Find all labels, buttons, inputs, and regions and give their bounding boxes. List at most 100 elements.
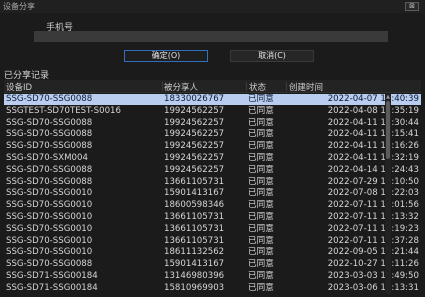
cell-created: 2022-07-11 10:01:56 [327, 200, 419, 211]
table-row[interactable]: SSG-SD70-SSG0010 13661105731 已同意 2022-07-11… [4, 236, 421, 247]
cell-device-id: SSGTEST-SD70TEST-S0016 [6, 105, 121, 116]
table-header: 设备ID 被分享人 状态 创建时间 [4, 80, 421, 93]
cell-sharee: 18330026767 [164, 94, 225, 104]
cell-sharee: 15901413167 [164, 188, 225, 199]
table-row[interactable]: SSG-SD70-SSG0088 13661105731 已同意 2022-07-29… [4, 177, 421, 188]
cancel-button[interactable]: 取消(C) [230, 50, 314, 62]
cell-created: 2022-04-07 15:40:39 [327, 94, 419, 104]
table-row[interactable]: SSG-SD71-SSG00184 15810969903 已同意 2023-03-0… [4, 283, 421, 294]
title-bar: 设备分享 ⊠ [0, 0, 425, 13]
cell-device-id: SSG-SD70-SSG0010 [6, 235, 93, 246]
cell-sharee: 19924562257 [164, 141, 225, 152]
cell-sharee: 13146980396 [164, 271, 225, 281]
cell-sharee: 13661105731 [164, 212, 225, 222]
cell-status: 已同意 [248, 282, 274, 293]
cell-created: 2022-07-11 11:37:28 [327, 235, 419, 246]
header-created[interactable]: 创建时间 [289, 81, 323, 93]
cell-device-id: SSG-SD70-SSG0010 [6, 247, 93, 258]
cell-status: 已同意 [248, 164, 274, 175]
cell-status: 已同意 [248, 129, 274, 140]
cell-device-id: SSG-SD70-SSG0010 [6, 200, 93, 211]
cell-created: 2022-04-11 11:30:44 [327, 117, 419, 128]
cell-created: 2022-07-08 16:22:03 [327, 188, 419, 199]
cell-status: 已同意 [248, 247, 274, 258]
table-row[interactable]: SSG-SD70-SXM004 19924562257 已同意 2022-04-11 … [4, 153, 421, 164]
table-row[interactable]: SSG-SD70-SSG0010 18611132562 已同意 2022-09-05… [4, 247, 421, 258]
cell-device-id: SSG-SD70-SXM004 [6, 153, 88, 163]
cell-device-id: SSG-SD70-SSG0088 [6, 141, 93, 152]
cell-sharee: 15810969903 [164, 282, 225, 293]
cell-sharee: 19924562257 [164, 105, 225, 116]
cell-status: 已同意 [248, 117, 274, 128]
table-row[interactable]: SSGTEST-SD70TEST-S0016 19924562257 已同意 2022… [4, 106, 421, 117]
cell-sharee: 19924562257 [164, 117, 225, 128]
cell-device-id: SSG-SD70-SSG0088 [6, 164, 93, 175]
column-divider[interactable] [286, 82, 287, 91]
column-divider[interactable] [246, 82, 247, 91]
cell-device-id: SSG-SD71-SSG00184 [6, 282, 98, 293]
phone-input[interactable] [34, 31, 388, 42]
cell-device-id: SSG-SD70-SSG0010 [6, 223, 93, 234]
cell-device-id: SSG-SD70-SSG0088 [6, 176, 93, 187]
cell-status: 已同意 [248, 176, 274, 187]
cell-sharee: 13661105731 [164, 235, 225, 246]
cell-status: 已同意 [248, 153, 274, 163]
table-row[interactable]: SSG-SD70-SSG0088 15901413167 已同意 2022-10-27… [4, 259, 421, 270]
cell-status: 已同意 [248, 223, 274, 234]
column-divider[interactable] [162, 82, 163, 91]
cell-created: 2023-03-03 17:49:50 [327, 271, 419, 281]
close-icon[interactable]: ⊠ [405, 2, 419, 11]
table-row[interactable]: SSG-SD71-SSG00184 13146980396 已同意 2023-03-0… [4, 271, 421, 282]
cell-device-id: SSG-SD70-SSG0088 [6, 129, 93, 140]
cell-created: 2022-07-29 15:10:50 [327, 176, 419, 187]
header-status[interactable]: 状态 [249, 81, 266, 93]
table-row[interactable]: SSG-SD70-SSG0010 15901413167 已同意 2022-07-08… [4, 188, 421, 199]
cell-created: 2022-07-11 11:13:32 [327, 212, 419, 222]
cell-status: 已同意 [248, 188, 274, 199]
cell-sharee: 13661105731 [164, 176, 225, 187]
cell-sharee: 18600598346 [164, 200, 225, 211]
cell-status: 已同意 [248, 105, 274, 116]
table-row[interactable]: SSG-SD70-SSG0088 19924562257 已同意 2022-04-11… [4, 129, 421, 140]
cell-sharee: 18611132562 [164, 247, 225, 258]
cell-sharee: 19924562257 [164, 153, 225, 163]
table-row[interactable]: SSG-SD70-SSG0010 18600598346 已同意 2022-07-11… [4, 200, 421, 211]
cell-status: 已同意 [248, 141, 274, 152]
cell-created: 2022-04-08 13:35:19 [327, 105, 419, 116]
cell-sharee: 19924562257 [164, 164, 225, 175]
cell-created: 2022-10-27 10:11:26 [327, 259, 419, 270]
cell-status: 已同意 [248, 200, 274, 211]
cell-created: 2023-03-06 14:13:31 [327, 282, 419, 293]
cell-sharee: 15901413167 [164, 259, 225, 270]
cell-device-id: SSG-SD70-SSG0010 [6, 188, 93, 199]
cell-sharee: 19924562257 [164, 129, 225, 140]
table-row[interactable]: SSG-SD70-SSG0088 19924562257 已同意 2022-04-14… [4, 165, 421, 176]
header-sharee[interactable]: 被分享人 [164, 81, 198, 93]
scroll-thumb[interactable] [386, 101, 390, 159]
table-row[interactable]: SSG-SD70-SSG0088 19924562257 已同意 2022-04-11… [4, 118, 421, 129]
table-row[interactable]: SSG-SD70-SSG0010 13661105731 已同意 2022-07-11… [4, 224, 421, 235]
cell-status: 已同意 [248, 235, 274, 246]
window-title: 设备分享 [3, 2, 35, 11]
header-device-id[interactable]: 设备ID [6, 81, 32, 93]
cell-sharee: 13661105731 [164, 223, 225, 234]
cell-device-id: SSG-SD70-SSG0010 [6, 212, 93, 222]
cell-created: 2022-09-05 15:21:44 [327, 247, 419, 258]
table-row[interactable]: SSG-SD70-SSG0088 18330026767 已同意 2022-04-07… [4, 94, 421, 105]
cell-created: 2022-04-14 10:24:43 [327, 164, 419, 175]
cell-device-id: SSG-SD71-SSG00184 [6, 271, 98, 281]
ok-button[interactable]: 确定(O) [124, 50, 208, 62]
scroll-up-icon[interactable]: ▲ [385, 94, 391, 100]
cell-created: 2022-04-11 17:16:26 [327, 141, 419, 152]
share-records-table: 设备ID 被分享人 状态 创建时间 SSG-SD70-SSG0088 183300… [4, 80, 421, 295]
cell-status: 已同意 [248, 212, 274, 222]
cell-status: 已同意 [248, 94, 274, 104]
cell-created: 2022-07-11 11:19:23 [327, 223, 419, 234]
cell-device-id: SSG-SD70-SSG0088 [6, 94, 93, 104]
cell-status: 已同意 [248, 259, 274, 270]
cell-created: 2022-04-11 13:15:41 [327, 129, 419, 140]
vertical-scrollbar[interactable]: ▲ [385, 94, 391, 294]
cell-created: 2022-04-11 17:32:19 [327, 153, 419, 163]
table-row[interactable]: SSG-SD70-SSG0088 19924562257 已同意 2022-04-11… [4, 141, 421, 152]
table-row[interactable]: SSG-SD70-SSG0010 13661105731 已同意 2022-07-11… [4, 212, 421, 223]
